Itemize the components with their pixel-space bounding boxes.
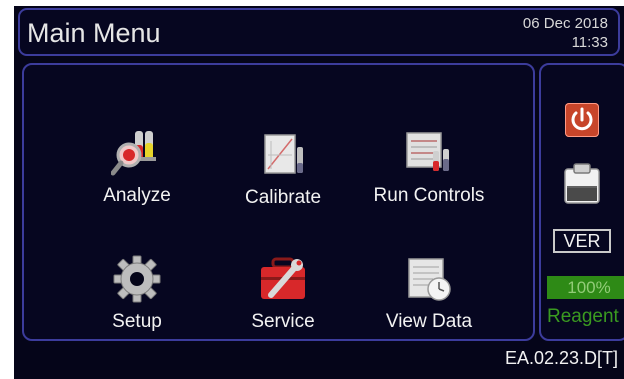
view-data-label: View Data [385, 311, 473, 332]
reagent-level-bar[interactable]: 100% [547, 276, 624, 299]
software-version: EA.02.23.D[T] [504, 348, 618, 368]
analyze-button[interactable]: Analyze [72, 127, 202, 227]
header-bar: Main Menu 06 Dec 2018 11:33 [18, 8, 620, 56]
calibrate-button[interactable]: Calibrate [218, 129, 348, 229]
service-label: Service [251, 311, 315, 332]
page-title: Main Menu [27, 18, 161, 48]
view-data-icon [408, 258, 451, 301]
calibrate-icon [264, 134, 303, 174]
gear-icon [113, 255, 161, 303]
ver-button[interactable]: VER [553, 229, 611, 253]
time-display: 11:33 [571, 34, 608, 51]
clipboard-icon [564, 163, 600, 204]
setup-label: Setup [112, 311, 162, 332]
run-controls-label: Run Controls [373, 185, 485, 206]
power-icon [571, 107, 593, 131]
view-data-button[interactable]: View Data [364, 253, 494, 353]
calibrate-label: Calibrate [244, 187, 322, 208]
reagent-label: Reagent [547, 306, 619, 327]
clipboard-button[interactable] [561, 161, 603, 207]
run-controls-icon [406, 132, 449, 171]
menu-panel: Analyze Calibrate Run Controls Setup Ser… [22, 63, 535, 341]
service-button[interactable]: Service [218, 253, 348, 353]
main-menu-screen: Main Menu 06 Dec 2018 11:33 Analyze Cali… [14, 6, 624, 379]
analyze-label: Analyze [103, 185, 171, 206]
run-controls-button[interactable]: Run Controls [364, 127, 494, 227]
analyze-icon [111, 131, 156, 176]
power-button[interactable] [565, 103, 599, 137]
toolbox-icon [261, 257, 305, 299]
date-display: 06 Dec 2018 [522, 15, 608, 32]
setup-button[interactable]: Setup [72, 253, 202, 353]
side-panel: VER 100% Reagent [539, 63, 624, 341]
